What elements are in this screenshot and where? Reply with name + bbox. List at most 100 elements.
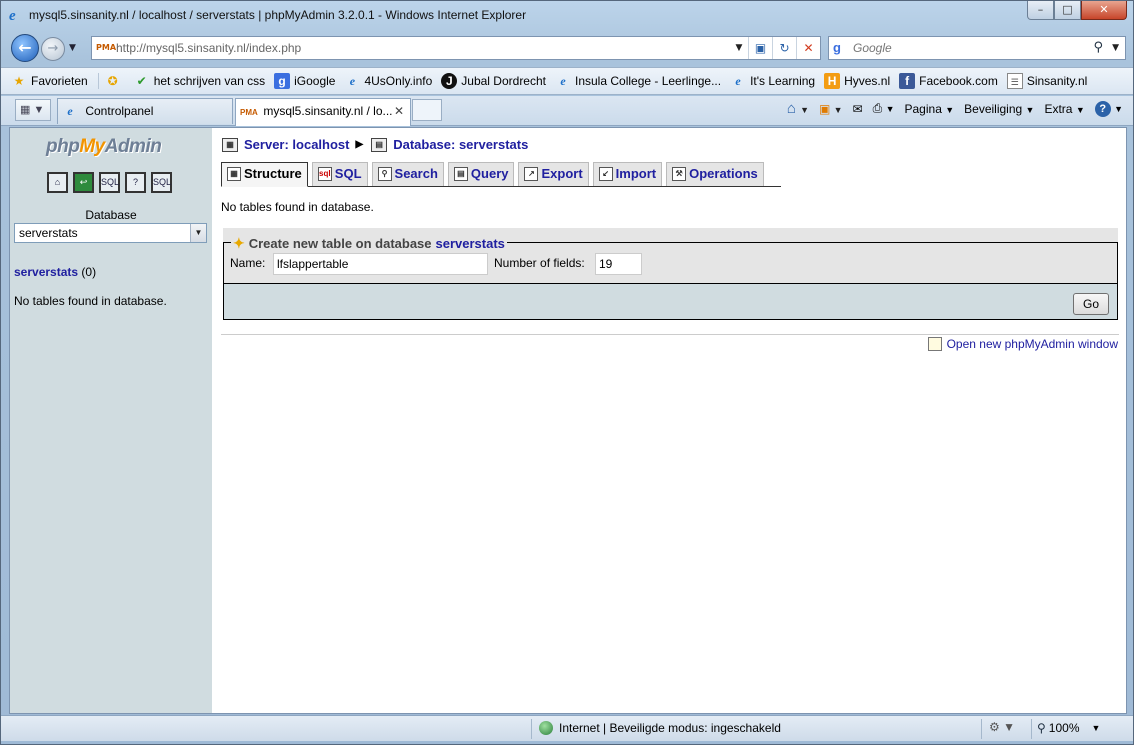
logo-admin-text: Admin: [104, 136, 162, 157]
search-box[interactable]: g Google ⚲ ▼: [828, 36, 1126, 60]
structure-icon: ▦: [227, 167, 241, 181]
close-tab-icon[interactable]: ✕: [394, 104, 404, 118]
page-content: phpMyAdmin ⌂ ↩ SQL ? SQL Database server…: [9, 127, 1127, 714]
mail-icon[interactable]: ✉: [853, 102, 863, 116]
back-button[interactable]: ←: [11, 34, 39, 62]
number-of-fields-input[interactable]: 19: [595, 253, 642, 275]
open-new-window-link[interactable]: Open new phpMyAdmin window: [947, 337, 1118, 351]
tools-menu-label: Extra: [1044, 101, 1073, 116]
stop-icon[interactable]: ✕: [796, 37, 820, 59]
minimize-button[interactable]: –: [1027, 1, 1054, 20]
address-url[interactable]: http://mysql5.sinsanity.nl/index.php: [116, 41, 301, 55]
compatibility-view-icon[interactable]: ▣: [748, 37, 772, 59]
forward-button[interactable]: →: [41, 37, 65, 61]
tools-menu[interactable]: Extra ▼: [1044, 102, 1084, 116]
table-count: (0): [81, 265, 97, 279]
favorite-label: 4UsOnly.info: [364, 74, 433, 88]
maximize-button[interactable]: □: [1054, 1, 1081, 20]
browser-window: e mysql5.sinsanity.nl / localhost / serv…: [0, 0, 1134, 745]
table-name-input[interactable]: lfslappertable: [273, 253, 488, 275]
breadcrumb-database[interactable]: Database: serverstats: [393, 137, 528, 152]
feeds-icon[interactable]: ▣ ▼: [819, 102, 843, 116]
navigation-row: ← → ▼ PMA http://mysql5.sinsanity.nl/ind…: [1, 31, 1133, 65]
new-table-icon: ✦: [233, 235, 245, 251]
tab-search[interactable]: ⚲ Search: [371, 162, 444, 186]
help-menu[interactable]: ? ▼: [1094, 100, 1123, 117]
chevron-down-icon[interactable]: ▼: [190, 224, 206, 242]
page-menu[interactable]: Pagina ▼: [905, 102, 955, 116]
operations-wrench-icon: ⚒: [672, 167, 687, 181]
internet-globe-icon: [539, 721, 553, 735]
tab-query[interactable]: ▤ Query: [447, 162, 515, 186]
status-bar: Internet | Beveiligde modus: ingeschakel…: [1, 715, 1133, 741]
close-button[interactable]: ✕: [1081, 1, 1127, 20]
favorite-item[interactable]: e It's Learning: [730, 73, 815, 89]
address-dropdown-icon[interactable]: ▼: [730, 37, 748, 59]
protected-mode-icon[interactable]: ⚙ ▼: [989, 720, 1015, 734]
sql-icon: sql: [317, 167, 332, 181]
home-icon[interactable]: ⌂ ▼: [787, 100, 809, 117]
ie-page-icon: e: [735, 74, 741, 88]
refresh-icon[interactable]: ↻: [772, 37, 796, 59]
favorite-item[interactable]: J Jubal Dordrecht: [441, 73, 546, 89]
google-icon: g: [274, 73, 291, 89]
database-link-row: serverstats (0): [14, 265, 96, 279]
quick-tabs-button[interactable]: ▦ ▼: [15, 99, 51, 121]
favorite-item[interactable]: ☰ Sinsanity.nl: [1006, 73, 1088, 89]
history-dropdown-icon[interactable]: ▼: [69, 43, 76, 53]
page-icon: ☰: [1006, 73, 1023, 89]
database-link[interactable]: serverstats: [14, 265, 78, 279]
phpmyadmin-logo[interactable]: phpMyAdmin: [46, 136, 162, 158]
tab-controlpanel[interactable]: e Controlpanel: [57, 98, 233, 124]
zoom-control[interactable]: ⚲ 100% ▼: [1037, 721, 1100, 735]
legend-database-name: serverstats: [435, 236, 505, 251]
add-favorite-icon: ✪: [107, 74, 118, 88]
tab-export[interactable]: ↗ Export: [518, 162, 589, 186]
zoom-dropdown-icon[interactable]: ▼: [1092, 723, 1101, 733]
search-options-dropdown-icon[interactable]: ▼: [1112, 43, 1119, 53]
tab-sql[interactable]: sql SQL: [311, 162, 368, 186]
tab-label: Operations: [689, 166, 758, 181]
favorites-button[interactable]: ★ Favorieten: [11, 73, 99, 89]
tab-label: Structure: [244, 166, 302, 181]
tab-phpmyadmin[interactable]: PMA mysql5.sinsanity.nl / lo... ✕: [235, 98, 411, 126]
print-icon[interactable]: ⎙ ▼: [873, 101, 895, 116]
ie-page-icon: e: [349, 74, 356, 88]
ie-page-icon: e: [560, 74, 566, 88]
breadcrumb-server[interactable]: Server: localhost: [244, 137, 350, 152]
tab-operations[interactable]: ⚒ Operations: [666, 162, 764, 186]
breadcrumb: ▦ Server: localhost ▶ ▤ Database: server…: [222, 137, 528, 152]
favorite-item[interactable]: g iGoogle: [274, 73, 335, 89]
search-icon[interactable]: ⚲: [1093, 40, 1103, 55]
address-bar[interactable]: PMA http://mysql5.sinsanity.nl/index.php…: [91, 36, 821, 60]
search-placeholder[interactable]: Google: [853, 41, 892, 55]
new-tab-button[interactable]: [412, 99, 442, 121]
security-zone[interactable]: Internet | Beveiligde modus: ingeschakel…: [539, 721, 781, 735]
favorite-item[interactable]: e 4UsOnly.info: [344, 73, 432, 89]
go-button[interactable]: Go: [1073, 293, 1109, 315]
home-icon[interactable]: ⌂: [47, 172, 68, 193]
favorite-label: Sinsanity.nl: [1026, 74, 1088, 88]
tab-import[interactable]: ↙ Import: [592, 162, 663, 186]
divider: [221, 334, 1119, 335]
favorite-item[interactable]: ✔ het schrijven van css: [134, 73, 265, 89]
table-name-label: Name:: [230, 256, 266, 270]
sql-query-window-icon[interactable]: SQL: [99, 172, 120, 193]
navigation-frame: phpMyAdmin ⌂ ↩ SQL ? SQL Database server…: [10, 128, 212, 713]
window-title: mysql5.sinsanity.nl / localhost / server…: [29, 8, 527, 22]
server-icon: ▦: [222, 137, 238, 152]
favorite-item[interactable]: f Facebook.com: [899, 73, 998, 89]
favorite-label: Hyves.nl: [844, 74, 891, 88]
exit-icon[interactable]: ↩: [73, 172, 94, 193]
command-bar: ⌂ ▼ ▣ ▼ ✉ ⎙ ▼ Pagina ▼ Beveiliging ▼ Ext…: [777, 100, 1123, 117]
add-to-favorites-bar-button[interactable]: ✪: [105, 73, 125, 89]
database-select[interactable]: serverstats ▼: [14, 223, 207, 243]
documentation-icon[interactable]: ?: [125, 172, 146, 193]
facebook-icon: f: [899, 73, 916, 89]
sql-documentation-icon[interactable]: SQL: [151, 172, 172, 193]
favorite-item[interactable]: e Insula College - Leerlinge...: [555, 73, 721, 89]
security-menu[interactable]: Beveiliging ▼: [964, 102, 1034, 116]
tab-structure[interactable]: ▦ Structure: [221, 162, 308, 187]
legend-text: Create new table on database: [248, 236, 432, 251]
favorite-item[interactable]: H Hyves.nl: [824, 73, 890, 89]
